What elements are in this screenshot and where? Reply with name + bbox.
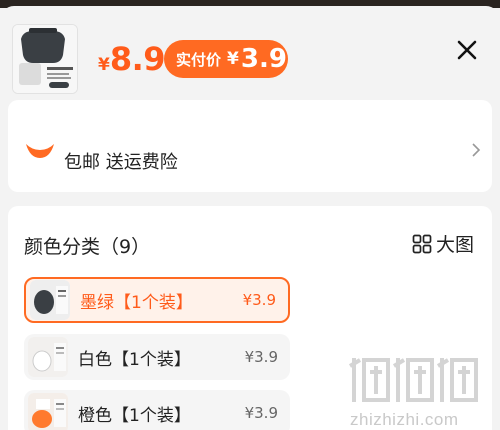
variant-price: ¥3.9 bbox=[244, 348, 278, 366]
price-value: 8.9 bbox=[109, 40, 166, 78]
variant-thumbnail bbox=[28, 337, 68, 377]
color-variant-section: 颜色分类（9） 大图 墨绿【1个装】 ¥3.9 白色【1个装】 ¥3.9 橙色【… bbox=[8, 206, 492, 430]
big-picture-button[interactable]: 大图 bbox=[412, 230, 474, 257]
actual-price-value: 3.9 bbox=[240, 44, 287, 74]
chevron-right-icon bbox=[470, 142, 482, 158]
variant-thumbnail bbox=[30, 280, 70, 320]
actual-price-currency: ¥ bbox=[227, 49, 239, 69]
price-currency: ¥ bbox=[98, 55, 110, 75]
shipping-logo-icon bbox=[24, 140, 56, 162]
variant-name: 白色【1个装】 bbox=[78, 349, 191, 370]
variant-thumbnail bbox=[28, 393, 68, 430]
variant-price: ¥3.9 bbox=[244, 404, 278, 422]
variant-name: 墨绿【1个装】 bbox=[80, 292, 193, 313]
variant-section-title: 颜色分类（9） bbox=[24, 236, 151, 258]
actual-price-badge: 实付价 ¥ 3.9 bbox=[164, 40, 288, 78]
variant-option-orange[interactable]: 橙色【1个装】 ¥3.9 bbox=[24, 390, 290, 430]
original-price: ¥8.9 bbox=[98, 40, 166, 78]
product-thumbnail[interactable] bbox=[12, 24, 78, 94]
sheet-header: ¥8.9 实付价 ¥ 3.9 bbox=[0, 6, 500, 98]
variant-price: ¥3.9 bbox=[242, 291, 276, 309]
shipping-text: 包邮 送运费险 bbox=[64, 152, 178, 173]
sku-selector-sheet: ¥8.9 实付价 ¥ 3.9 包邮 送运费险 颜色分类（9） 大图 墨绿【1个装… bbox=[0, 6, 500, 430]
big-picture-label: 大图 bbox=[436, 234, 475, 256]
actual-price-label: 实付价 bbox=[176, 50, 222, 69]
variant-option-white[interactable]: 白色【1个装】 ¥3.9 bbox=[24, 334, 290, 380]
close-button[interactable] bbox=[456, 39, 478, 61]
variant-option-dark-green[interactable]: 墨绿【1个装】 ¥3.9 bbox=[24, 277, 290, 323]
variant-name: 橙色【1个装】 bbox=[78, 405, 191, 426]
grid-icon bbox=[412, 234, 432, 253]
close-icon[interactable] bbox=[456, 39, 478, 61]
shipping-info-row[interactable]: 包邮 送运费险 bbox=[8, 100, 492, 192]
